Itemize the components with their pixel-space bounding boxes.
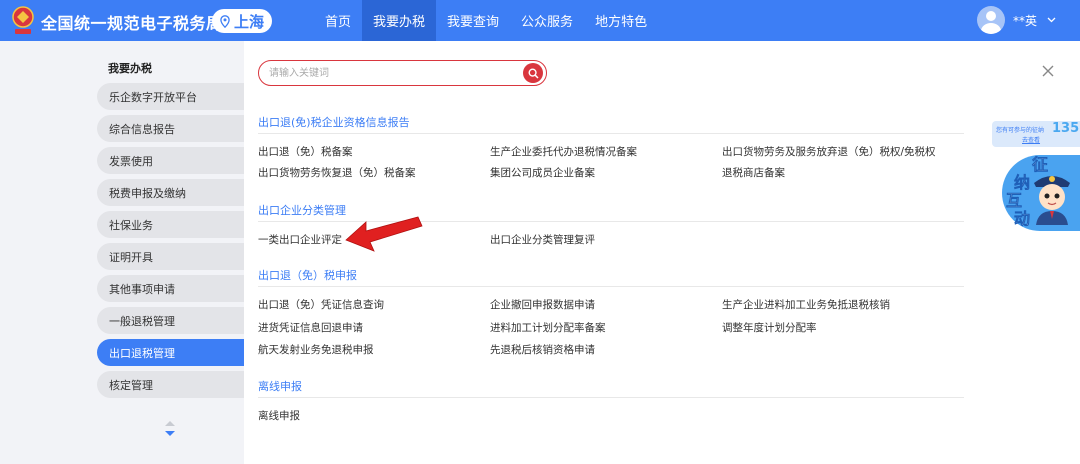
link-adjust-allocation-rate[interactable]: 调整年度计划分配率 xyxy=(722,320,817,335)
region-label: 上海 xyxy=(234,12,265,31)
link-restore-refund-filing[interactable]: 出口货物劳务恢复退（免）税备案 xyxy=(258,165,416,180)
chevron-down-icon[interactable] xyxy=(1047,17,1056,23)
sidebar-item-assessment[interactable]: 核定管理 xyxy=(97,371,244,398)
link-aerospace-refund[interactable]: 航天发射业务免退税申报 xyxy=(258,342,374,357)
section-divider xyxy=(258,286,964,287)
section-title-classification: 出口企业分类管理 xyxy=(258,204,346,217)
link-refund-first-qualification[interactable]: 先退税后核销资格申请 xyxy=(490,342,595,357)
search-box xyxy=(258,60,547,86)
nav-home[interactable]: 首页 xyxy=(314,0,362,41)
avatar[interactable] xyxy=(976,6,1005,34)
nav-query[interactable]: 我要查询 xyxy=(436,0,510,41)
link-processing-writeoff[interactable]: 生产企业进料加工业务免抵退税核销 xyxy=(722,297,890,312)
sidebar-item-social-security[interactable]: 社保业务 xyxy=(97,211,244,238)
search-icon xyxy=(527,67,539,79)
sidebar-item-general-refund[interactable]: 一般退税管理 xyxy=(97,307,244,334)
sidebar-item-invoice[interactable]: 发票使用 xyxy=(97,147,244,174)
sidebar-item-info-report[interactable]: 综合信息报告 xyxy=(97,115,244,142)
widget-count: 135 xyxy=(1052,121,1080,136)
top-header: 全国统一规范电子税务局 上海 首页 我要办税 我要查询 公众服务 地方特色 **… xyxy=(0,0,1080,41)
link-voucher-rollback[interactable]: 进货凭证信息回退申请 xyxy=(258,320,363,335)
section-divider xyxy=(258,397,964,398)
widget-char: 动 xyxy=(1014,209,1031,229)
link-group-member-filing[interactable]: 集团公司成员企业备案 xyxy=(490,165,595,180)
user-name: **英 xyxy=(1012,13,1037,28)
sidebar-item-leqi-platform[interactable]: 乐企数字开放平台 xyxy=(97,83,244,110)
interaction-widget[interactable]: 您有可参与的征纳 去查看 135 征 纳 互 动 xyxy=(992,121,1080,231)
sidebar-item-declaration[interactable]: 税费申报及缴纳 xyxy=(97,179,244,206)
tax-emblem-icon xyxy=(12,6,34,34)
nav-handle-tax[interactable]: 我要办税 xyxy=(362,0,437,41)
widget-banner[interactable]: 您有可参与的征纳 去查看 135 xyxy=(992,121,1080,147)
sidebar: 我要办税 乐企数字开放平台 综合信息报告 发票使用 税费申报及缴纳 社保业务 证… xyxy=(0,41,244,464)
link-classification-review[interactable]: 出口企业分类管理复评 xyxy=(490,232,595,247)
sidebar-title: 我要办税 xyxy=(108,62,152,75)
region-selector[interactable]: 上海 xyxy=(212,9,272,33)
link-voucher-info-query[interactable]: 出口退（免）凭证信息查询 xyxy=(258,297,384,312)
search-button[interactable] xyxy=(523,63,543,83)
location-pin-icon xyxy=(220,14,230,28)
section-title-declaration: 出口退（免）税申报 xyxy=(258,269,357,282)
user-menu[interactable]: **英 xyxy=(976,6,1056,34)
link-waive-refund-right[interactable]: 出口货物劳务及服务放弃退（免）税权/免税权 xyxy=(722,144,936,159)
link-refund-store-filing[interactable]: 退税商店备案 xyxy=(722,165,785,180)
sidebar-item-export-refund[interactable]: 出口退税管理 xyxy=(97,339,244,366)
section-title-qualification: 出口退(免)税企业资格信息报告 xyxy=(258,116,410,129)
sidebar-item-other-applications[interactable]: 其他事项申请 xyxy=(97,275,244,302)
link-entrusted-refund-filing[interactable]: 生产企业委托代办退税情况备案 xyxy=(490,144,637,159)
link-class-one-evaluation[interactable]: 一类出口企业评定 xyxy=(258,232,342,247)
section-title-offline: 离线申报 xyxy=(258,380,302,393)
close-icon[interactable] xyxy=(1041,64,1055,78)
sidebar-item-certificate[interactable]: 证明开具 xyxy=(97,243,244,270)
link-offline-declaration[interactable]: 离线申报 xyxy=(258,408,300,423)
link-export-refund-filing[interactable]: 出口退（免）税备案 xyxy=(258,144,353,159)
search-input[interactable] xyxy=(269,65,509,81)
annotation-arrow-icon xyxy=(345,216,423,252)
scroll-arrows-icon[interactable] xyxy=(163,419,177,439)
link-allocation-rate-filing[interactable]: 进料加工计划分配率备案 xyxy=(490,320,606,335)
main-nav: 首页 我要办税 我要查询 公众服务 地方特色 xyxy=(314,0,658,41)
section-divider xyxy=(258,133,964,134)
mascot-officer-icon xyxy=(1034,176,1070,225)
main-panel: 出口退(免)税企业资格信息报告 出口退（免）税备案 生产企业委托代办退税情况备案… xyxy=(244,41,1080,464)
site-title: 全国统一规范电子税务局 xyxy=(41,14,223,33)
widget-banner-text: 您有可参与的征纳 xyxy=(996,127,1045,134)
nav-local-features[interactable]: 地方特色 xyxy=(584,0,658,41)
nav-public-service[interactable]: 公众服务 xyxy=(510,0,584,41)
link-withdraw-declaration[interactable]: 企业撤回申报数据申请 xyxy=(490,297,595,312)
widget-link[interactable]: 去查看 xyxy=(1022,135,1040,144)
